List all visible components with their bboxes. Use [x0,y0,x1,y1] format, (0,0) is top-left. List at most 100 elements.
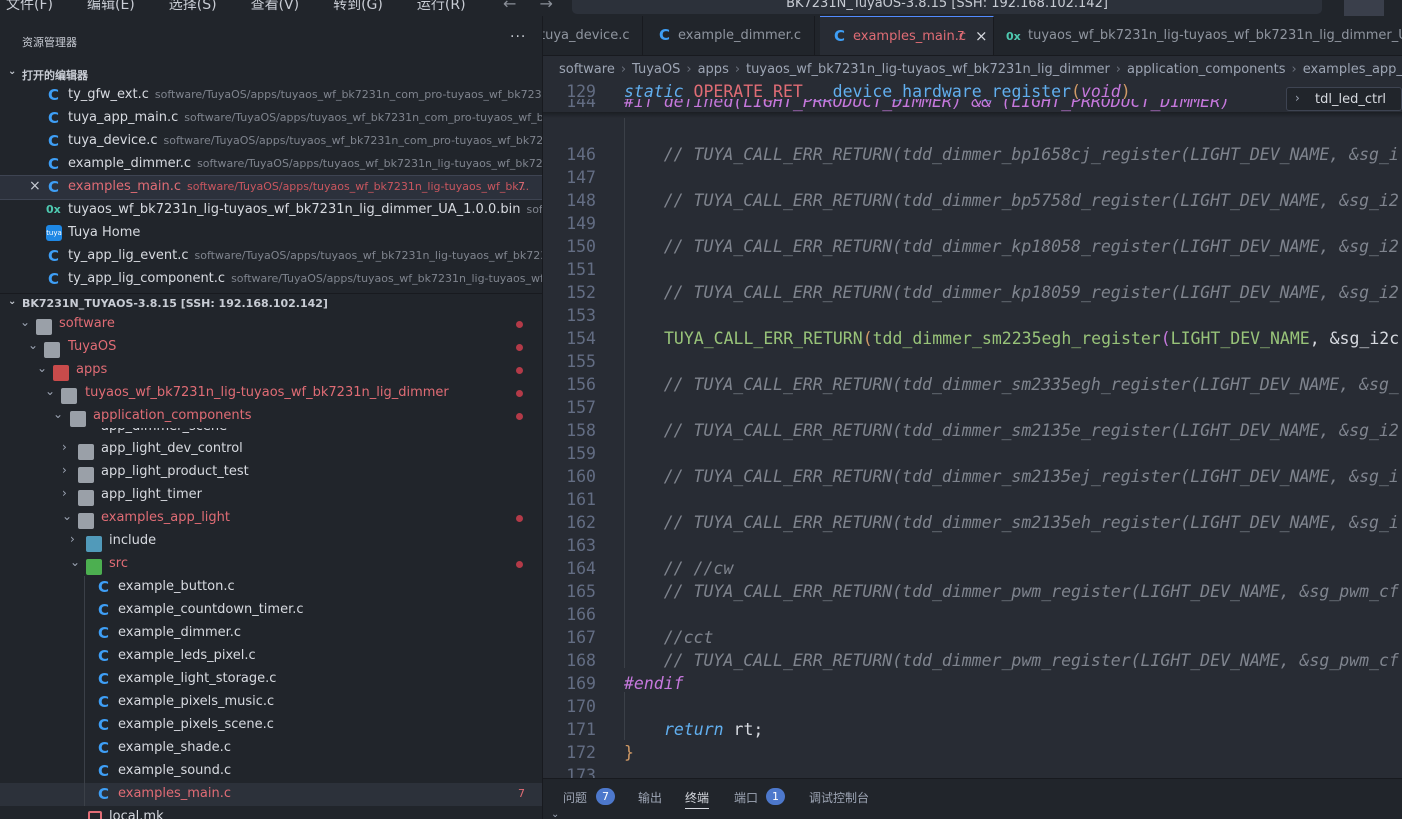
tree-file[interactable]: local.mk [0,806,542,819]
menu-view[interactable]: 查看(V) [251,0,300,14]
open-editor-item[interactable]: tuya Tuya Home [0,222,542,245]
chevron-right-icon: › [1115,62,1121,77]
code-line[interactable]: 151 [543,258,1402,281]
symbol-outline-widget[interactable]: › tdl_led_ctrl [1286,87,1402,111]
menu-file[interactable]: 文件(F) [6,0,53,14]
open-editor-item[interactable]: 0x tuyaos_wf_bk7231n_lig-tuyaos_wf_bk723… [0,199,542,222]
tree-file[interactable]: C example_shade.c [0,737,542,760]
tree-file[interactable]: C example_countdown_timer.c [0,599,542,622]
close-icon[interactable]: × [29,178,41,194]
code-line[interactable]: 162 // TUYA_CALL_ERR_RETURN(tdd_dimmer_s… [543,511,1402,534]
tree-file[interactable]: C example_button.c [0,576,542,599]
code-line[interactable]: 163 [543,534,1402,557]
open-editor-item[interactable]: C example_dimmer.c software/TuyaOS/apps/t… [0,153,542,176]
code-line[interactable]: 160 // TUYA_CALL_ERR_RETURN(tdd_dimmer_s… [543,465,1402,488]
tree-file-selected[interactable]: C examples_main.c 7 [0,783,542,806]
open-editor-item-active[interactable]: × C examples_main.c software/TuyaOS/apps/… [0,175,542,200]
workspace-section-header[interactable]: ⌄ BK7231N_TUYAOS-3.8.15 [SSH: 192.168.10… [0,293,542,313]
menu-selection[interactable]: 选择(S) [169,0,217,14]
tree-folder-app-light-dev-control[interactable]: › app_light_dev_control [0,438,542,461]
open-editor-item[interactable]: C tuya_device.c software/TuyaOS/apps/tuya… [0,130,542,153]
tree-file[interactable]: C example_light_storage.c [0,668,542,691]
open-editor-item[interactable]: C ty_app_lig_component.c software/TuyaOS/… [0,268,542,291]
tree-folder-app-light-product-test[interactable]: › app_light_product_test [0,461,542,484]
panel-tab-problems[interactable]: 问题 [563,789,587,806]
menu-go[interactable]: 转到(G) [333,0,383,14]
code-line[interactable]: 153 [543,304,1402,327]
tree-folder-software[interactable]: ⌄ software [0,313,542,336]
code-line[interactable]: 168 // TUYA_CALL_ERR_RETURN(tdd_dimmer_p… [543,649,1402,672]
code-line[interactable]: 167 //cct [543,626,1402,649]
tree-folder-app-light-timer[interactable]: › app_light_timer [0,484,542,507]
panel-tab-ports[interactable]: 端口 [734,789,758,806]
open-editors-list: C ty_gfw_ext.c software/TuyaOS/apps/tuyao… [0,84,542,291]
breadcrumb-item[interactable]: examples_app_light [1303,62,1402,77]
open-editor-item[interactable]: C ty_gfw_ext.c software/TuyaOS/apps/tuyao… [0,84,542,107]
code-line[interactable]: 152 // TUYA_CALL_ERR_RETURN(tdd_dimmer_k… [543,281,1402,304]
back-arrow-icon[interactable]: ← [503,0,516,13]
tree-file[interactable]: C example_leds_pixel.c [0,645,542,668]
code-line[interactable]: 159 [543,442,1402,465]
layout-toggle[interactable] [1344,0,1384,16]
code-line[interactable]: 156 // TUYA_CALL_ERR_RETURN(tdd_dimmer_s… [543,373,1402,396]
code-line[interactable]: 158 // TUYA_CALL_ERR_RETURN(tdd_dimmer_s… [543,419,1402,442]
open-editor-name: ty_app_lig_component.c [68,271,226,286]
code-line[interactable]: 172} [543,741,1402,764]
tab-tuya-device[interactable]: tuya_device.c [543,16,643,55]
code-line-active[interactable]: 154 TUYA_CALL_ERR_RETURN(tdd_dimmer_sm22… [543,327,1402,350]
more-actions-icon[interactable]: ··· [510,29,526,45]
code-line[interactable]: 146 // TUYA_CALL_ERR_RETURN(tdd_dimmer_b… [543,143,1402,166]
code-line[interactable]: 150 // TUYA_CALL_ERR_RETURN(tdd_dimmer_k… [543,235,1402,258]
breadcrumb-item[interactable]: apps [698,62,729,77]
breadcrumb-item[interactable]: TuyaOS [632,62,680,77]
tree-folder-src[interactable]: ⌄ src [0,553,542,576]
close-icon[interactable]: × [975,27,988,45]
code-line[interactable]: 147 [543,166,1402,189]
menu-run[interactable]: 运行(R) [417,0,466,14]
tab-example-dimmer[interactable]: C example_dimmer.c [643,16,815,55]
chevron-down-icon: ⌄ [45,384,56,398]
breadcrumb-item[interactable]: software [559,62,615,77]
tree-file[interactable]: C example_pixels_music.c [0,691,542,714]
code-line[interactable]: 171 return rt; [543,718,1402,741]
tree-folder-apps[interactable]: ⌄ apps [0,359,542,382]
code-bracket: } [624,743,634,762]
tab-examples-main[interactable]: C examples_main.c 7 × [820,16,994,55]
panel-tab-debug-console[interactable]: 调试控制台 [809,789,869,806]
tree-folder-application-components[interactable]: ⌄ application_components [0,405,542,428]
code-line[interactable]: 165 // TUYA_CALL_ERR_RETURN(tdd_dimmer_p… [543,580,1402,603]
tree-file[interactable]: C example_pixels_scene.c [0,714,542,737]
code-line[interactable]: 166 [543,603,1402,626]
tree-folder-examples-app-light[interactable]: ⌄ examples_app_light [0,507,542,530]
tree-folder-tuyaos[interactable]: ⌄ TuyaOS [0,336,542,359]
code-line[interactable]: 173 [543,764,1402,778]
tree-label: app_dimmer_scene [101,428,227,434]
code-line[interactable]: 161 [543,488,1402,511]
tree-file[interactable]: C example_sound.c [0,760,542,783]
tree-folder-app-dimmer-scene[interactable]: app_dimmer_scene [0,428,542,438]
open-editors-section-header[interactable]: ⌄ 打开的编辑器 [0,64,542,84]
tree-folder-project[interactable]: ⌄ tuyaos_wf_bk7231n_lig-tuyaos_wf_bk7231… [0,382,542,405]
breadcrumb-item[interactable]: application_components [1127,62,1286,77]
code-line[interactable]: 149 [543,212,1402,235]
tab-bin-file[interactable]: 0x tuyaos_wf_bk7231n_lig-tuyaos_wf_bk723… [995,16,1402,55]
code-line[interactable]: 164 // //cw [543,557,1402,580]
tree-folder-include[interactable]: › include [0,530,542,553]
open-editor-item[interactable]: C tuya_app_main.c software/TuyaOS/apps/tu… [0,107,542,130]
sticky-scroll-line[interactable]: 144 #if defined(LIGHT_PRRODUCT_DIMMER) &… [543,99,1402,113]
command-center[interactable]: BK7231N_TuyaOS-3.8.15 [SSH: 192.168.102.… [572,0,1322,14]
open-editor-item[interactable]: C ty_app_lig_event.c software/TuyaOS/apps… [0,245,542,268]
code-editor[interactable]: 129 static OPERATE_RET __device_hardware… [543,80,1402,778]
breadcrumb-item[interactable]: tuyaos_wf_bk7231n_lig-tuyaos_wf_bk7231n_… [746,62,1110,77]
code-line[interactable]: 155 [543,350,1402,373]
panel-tab-output[interactable]: 输出 [638,789,662,806]
code-line[interactable]: 157 [543,396,1402,419]
menu-edit[interactable]: 编辑(E) [87,0,135,14]
tree-file[interactable]: C example_dimmer.c [0,622,542,645]
c-file-icon: C [98,624,110,642]
code-line[interactable]: 170 [543,695,1402,718]
code-line[interactable]: 148 // TUYA_CALL_ERR_RETURN(tdd_dimmer_b… [543,189,1402,212]
code-line[interactable]: 169 #endif [543,672,1402,695]
forward-arrow-icon[interactable]: → [540,0,553,13]
panel-tab-terminal[interactable]: 终端 [685,789,710,809]
